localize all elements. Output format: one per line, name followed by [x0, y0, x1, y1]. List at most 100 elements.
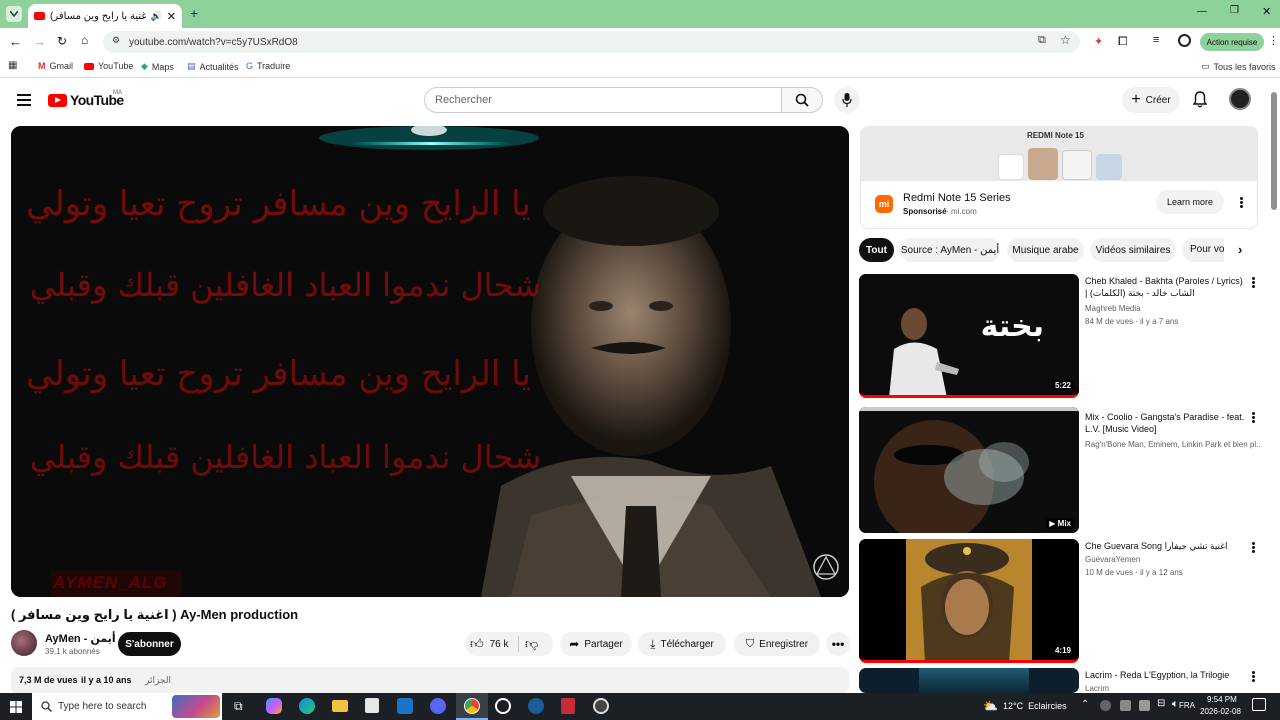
forward-icon[interactable]: →	[33, 34, 46, 49]
channel-name[interactable]: AyMen - أيمن	[45, 632, 116, 645]
bookmark-youtube[interactable]: YouTube	[84, 61, 133, 71]
clock-date[interactable]: 2026-02-08	[1200, 707, 1241, 716]
extensions-puzzle-icon[interactable]: ⧠	[1118, 34, 1128, 49]
bookmark-maps[interactable]: ◆ Maps	[141, 61, 174, 72]
tab-close-icon[interactable]: ✕	[167, 10, 176, 23]
chrome-taskbar-button[interactable]	[456, 693, 488, 720]
site-info-icon[interactable]: ⚙	[112, 35, 120, 46]
reload-icon[interactable]: ↻	[57, 34, 67, 48]
related-channel-3[interactable]: GuevaraYemen	[1085, 553, 1260, 566]
related-thumb-3[interactable]: 4:19	[859, 539, 1079, 663]
media-control-icon[interactable]: ≡	[1153, 34, 1159, 46]
subscribe-button[interactable]: S'abonner	[118, 632, 181, 656]
bookmark-translate[interactable]: G Traduire	[246, 61, 290, 71]
browser-menu-icon[interactable]: ⋮	[1268, 34, 1279, 47]
chip-arabic-music[interactable]: Musique arabe	[1007, 238, 1084, 262]
audio-playing-icon[interactable]: 🔊	[151, 11, 162, 22]
share-button[interactable]: ➦ Partager	[560, 632, 632, 656]
search-button[interactable]	[781, 87, 823, 113]
weather-text[interactable]: 12°C Eclaircies	[1003, 701, 1067, 711]
address-bar[interactable]: ⚙ youtube.com/watch?v=c5y7USxRdO8 ⧉ ☆	[103, 31, 1080, 53]
scrollbar-thumb[interactable]	[1271, 92, 1277, 210]
task-view-icon[interactable]: ⧉	[234, 699, 243, 714]
bookmark-gmail[interactable]: M Gmail	[38, 61, 73, 71]
more-actions-button[interactable]: •••	[826, 632, 850, 656]
page-scrollbar[interactable]	[1271, 92, 1277, 692]
restore-icon[interactable]: ❐	[1230, 5, 1239, 16]
extension-icon[interactable]: ✦	[1094, 35, 1103, 48]
file-explorer-icon[interactable]	[332, 700, 348, 712]
tray-app-icon-1[interactable]	[1100, 700, 1111, 711]
related-title-2[interactable]: Mix - Coolio - Gangsta's Paradise - feat…	[1085, 411, 1245, 435]
menu-hamburger-icon[interactable]	[17, 94, 31, 106]
related-title-4[interactable]: Lacrim - Reda L'Egyption, la Trilogie	[1085, 669, 1245, 681]
profile-icon[interactable]	[1178, 34, 1191, 47]
chip-source[interactable]: Source : AyMen - أيمن	[900, 238, 1000, 262]
chips-next-icon[interactable]: ›	[1238, 242, 1242, 257]
related-menu-icon-4[interactable]	[1250, 670, 1256, 684]
notifications-bell-icon[interactable]	[1193, 91, 1207, 108]
chatgpt-icon[interactable]	[495, 698, 511, 714]
windows-start-icon[interactable]	[10, 701, 22, 713]
notification-center-icon[interactable]	[1252, 698, 1266, 711]
home-icon[interactable]: ⌂	[81, 33, 88, 47]
save-button[interactable]: ⛉ Enregistrer	[734, 632, 820, 656]
related-title-1[interactable]: Cheb Khaled - Bakhta (Paroles / Lyrics) …	[1085, 275, 1245, 299]
chip-for-you[interactable]: Pour vous	[1190, 244, 1224, 255]
steam-icon[interactable]	[528, 698, 544, 714]
ad-menu-icon[interactable]	[1238, 196, 1244, 210]
related-thumb-2[interactable]: ▶ Mix	[859, 407, 1079, 533]
language-indicator[interactable]: FRA	[1179, 701, 1195, 710]
dislike-button[interactable]: 👎︎	[525, 632, 538, 656]
edge-icon[interactable]	[299, 698, 315, 714]
related-title-3[interactable]: Che Guevara Song اغنية تشي جيفارا	[1085, 540, 1245, 552]
store-icon[interactable]	[365, 698, 379, 713]
show-hidden-icons[interactable]: ⌃	[1081, 699, 1089, 710]
related-channel-2[interactable]: Rag'n'Bone Man, Eminem, Linkin Park et b…	[1085, 438, 1260, 451]
chip-similar-videos[interactable]: Vidéos similaires	[1090, 238, 1176, 262]
copilot-icon[interactable]	[266, 698, 282, 714]
bookmark-star-icon[interactable]: ☆	[1060, 33, 1071, 47]
video-player[interactable]: يا الرايح وين مسافر تروح تعيا وتولي شحال…	[11, 126, 849, 597]
like-button[interactable]: 👍︎ 76 k	[470, 632, 509, 656]
network-icon[interactable]: ⊟	[1157, 698, 1165, 709]
apps-grid-icon[interactable]: ▦	[8, 60, 17, 71]
voice-search-button[interactable]	[834, 87, 860, 113]
volume-icon[interactable]: 🔈︎	[1172, 698, 1179, 711]
channel-avatar[interactable]	[11, 630, 37, 656]
related-menu-icon-1[interactable]	[1250, 276, 1256, 290]
download-button[interactable]: ⤓ Télécharger	[638, 632, 726, 656]
window-close-icon[interactable]: ✕	[1262, 5, 1271, 18]
clock-time[interactable]: 9:54 PM	[1207, 695, 1237, 704]
outlook-icon[interactable]	[397, 698, 413, 714]
create-button[interactable]: + Créer	[1122, 87, 1180, 113]
related-channel-1[interactable]: Maghreb Media	[1085, 302, 1260, 315]
tab-search-button[interactable]	[6, 6, 22, 22]
tray-app-icon-2[interactable]	[1120, 700, 1131, 711]
tray-app-icon-3[interactable]	[1139, 700, 1150, 711]
new-tab-icon[interactable]: +	[190, 5, 198, 21]
related-thumb-1[interactable]: بختة 5:22	[859, 274, 1079, 398]
account-avatar[interactable]	[1229, 88, 1251, 110]
ad-learn-more-button[interactable]: Learn more	[1156, 190, 1224, 214]
bookmark-news[interactable]: ▤ Actualités	[187, 61, 239, 72]
obs-icon[interactable]	[593, 698, 609, 714]
taskbar-search-input[interactable]: Type here to search	[32, 693, 222, 720]
install-app-icon[interactable]: ⧉	[1038, 34, 1046, 47]
chip-all[interactable]: Tout	[859, 238, 894, 262]
related-thumb-4[interactable]	[859, 668, 1079, 693]
related-menu-icon-2[interactable]	[1250, 411, 1256, 425]
all-bookmarks[interactable]: ▭ Tous les favoris	[1201, 61, 1276, 72]
weather-icon[interactable]: ⛅	[983, 699, 998, 713]
browser-tab-active[interactable]: (اغنية يا رايح وين مسافر) Ay 🔊 ✕	[28, 4, 182, 28]
app-icon[interactable]	[561, 698, 575, 714]
description-box[interactable]: 7,3 M de vues il y a 10 ans الجزائر	[11, 667, 849, 695]
related-menu-icon-3[interactable]	[1250, 541, 1256, 555]
back-icon[interactable]: ←	[9, 34, 22, 49]
ad-banner[interactable]: REDMI Note 15	[860, 126, 1258, 181]
discord-icon[interactable]	[430, 698, 446, 714]
ad-info-card[interactable]: mi Redmi Note 15 Series Sponsorisé · mi.…	[860, 181, 1258, 229]
search-input[interactable]: Rechercher	[424, 87, 782, 113]
action-required-button[interactable]: Action requise	[1200, 33, 1264, 51]
minimize-icon[interactable]: —	[1197, 6, 1207, 17]
